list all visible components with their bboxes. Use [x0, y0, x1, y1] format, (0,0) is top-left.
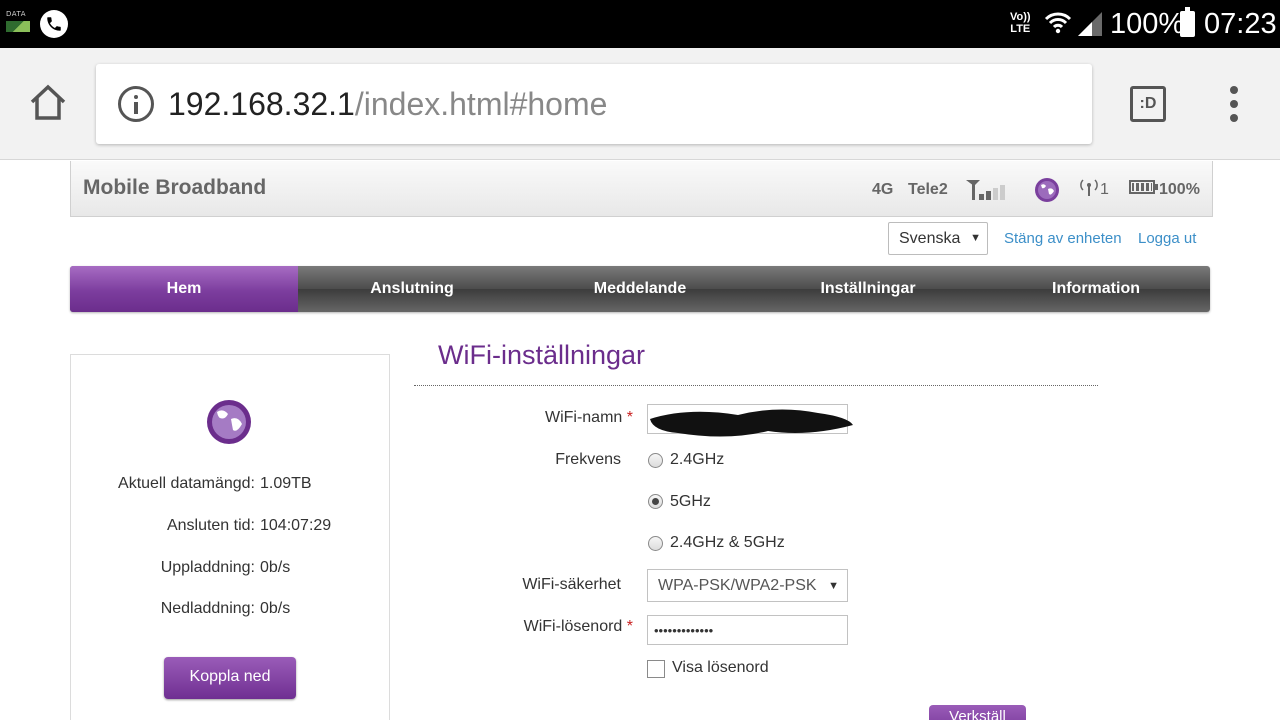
language-value: Svenska	[899, 230, 961, 247]
screen: DATA Vo)) LTE 100% 07:23 192.168.32.1/in…	[0, 0, 1280, 720]
wifi-icon	[1044, 12, 1072, 34]
more-menu-icon[interactable]	[1226, 86, 1242, 122]
shutdown-link[interactable]: Stäng av enheten	[1004, 230, 1122, 247]
show-password-checkbox[interactable]	[647, 660, 665, 678]
wifi-name-label: WiFi-namn *	[544, 409, 633, 426]
stat-value: 0b/s	[260, 559, 291, 576]
frequency-option-label: 2.4GHz & 5GHz	[670, 534, 785, 551]
tab-meddelande[interactable]: Meddelande	[526, 266, 754, 312]
volte-icon: Vo)) LTE	[1010, 11, 1031, 35]
clock: 07:23	[1204, 8, 1277, 40]
tab-switcher-button[interactable]: :D	[1130, 86, 1166, 122]
stat-value: 0b/s	[260, 600, 291, 617]
wifi-clients-icon	[1080, 179, 1098, 196]
show-password-label: Visa lösenord	[672, 659, 769, 676]
stat-row-download: Nedladdning: 0b/s	[71, 600, 391, 622]
password-input[interactable]: •••••••••••••	[647, 615, 848, 645]
apply-button[interactable]: Verkställ	[929, 705, 1026, 720]
phone-call-icon	[40, 10, 68, 38]
stat-label: Uppladdning:	[160, 559, 255, 576]
stat-row-upload: Uppladdning: 0b/s	[71, 559, 391, 581]
router-title: Mobile Broadband	[83, 176, 267, 199]
password-mask: •••••••••••••	[654, 623, 714, 638]
chevron-down-icon: ▼	[970, 232, 981, 244]
frequency-radio-both[interactable]	[648, 536, 663, 551]
tab-information[interactable]: Information	[982, 266, 1210, 312]
security-label: WiFi-säkerhet	[522, 576, 621, 593]
disconnect-button[interactable]: Koppla ned	[164, 657, 296, 699]
tab-hem[interactable]: Hem	[70, 266, 298, 312]
wifi-name-input[interactable]	[647, 404, 853, 437]
router-battery-percent: 100%	[1159, 181, 1200, 198]
address-bar[interactable]: 192.168.32.1/index.html#home	[96, 64, 1092, 144]
stat-row-data-usage: Aktuell datamängd: 1.09TB	[71, 475, 391, 497]
volte-top-text: Vo))	[1010, 11, 1031, 23]
internet-globe-icon	[207, 400, 251, 444]
redaction-scribble	[650, 409, 853, 437]
stat-label: Aktuell datamängd:	[118, 475, 255, 492]
info-icon[interactable]	[118, 86, 154, 122]
browser-toolbar: 192.168.32.1/index.html#home :D	[0, 48, 1280, 160]
stat-value: 104:07:29	[260, 517, 332, 534]
url-text[interactable]: 192.168.32.1/index.html#home	[168, 84, 607, 124]
required-mark: *	[626, 409, 633, 426]
data-icon: DATA	[6, 10, 32, 34]
volte-bottom-text: LTE	[1010, 23, 1031, 35]
main-nav: Hem Anslutning Meddelande Inställningar …	[70, 266, 1210, 312]
cell-signal-icon	[1078, 12, 1102, 36]
data-label: DATA	[6, 10, 27, 18]
stat-value: 1.09TB	[260, 475, 312, 492]
operator-name: Tele2	[908, 181, 948, 198]
wifi-clients-count: 1	[1100, 181, 1109, 198]
stat-label: Ansluten tid:	[166, 517, 255, 534]
required-mark: *	[626, 618, 633, 635]
status-bar: DATA Vo)) LTE 100% 07:23	[0, 0, 1280, 48]
signal-strength-icon	[966, 180, 1005, 200]
router-header: Mobile Broadband 4G Tele2 1 100%	[70, 161, 1213, 217]
password-label: WiFi-lösenord *	[523, 618, 633, 635]
security-value: WPA-PSK/WPA2-PSK	[658, 577, 817, 594]
frequency-radio-5ghz[interactable]	[648, 494, 663, 509]
internet-globe-icon	[1035, 178, 1059, 202]
chevron-down-icon: ▼	[828, 580, 839, 592]
stat-label: Nedladdning:	[160, 600, 255, 617]
divider	[414, 385, 1098, 386]
tab-installningar[interactable]: Inställningar	[754, 266, 982, 312]
logout-link[interactable]: Logga ut	[1138, 230, 1196, 247]
router-battery-icon	[1129, 180, 1158, 194]
frequency-option-label: 5GHz	[670, 493, 711, 510]
tab-anslutning[interactable]: Anslutning	[298, 266, 526, 312]
connection-status-panel: Aktuell datamängd: 1.09TB Ansluten tid: …	[70, 354, 390, 720]
frequency-option-label: 2.4GHz	[670, 451, 725, 468]
battery-percent: 100%	[1110, 8, 1185, 40]
security-select[interactable]: WPA-PSK/WPA2-PSK ▼	[647, 569, 848, 602]
url-path: /index.html#home	[354, 86, 608, 122]
wifi-settings-title: WiFi-inställningar	[438, 340, 646, 370]
frequency-radio-24ghz[interactable]	[648, 453, 663, 468]
home-icon[interactable]	[26, 80, 70, 124]
network-type: 4G	[872, 181, 894, 198]
stat-row-connected-time: Ansluten tid: 104:07:29	[71, 517, 391, 539]
battery-icon	[1180, 7, 1195, 37]
url-host: 192.168.32.1	[168, 86, 355, 122]
language-select[interactable]: Svenska ▼	[888, 222, 988, 255]
frequency-label: Frekvens	[555, 451, 621, 468]
